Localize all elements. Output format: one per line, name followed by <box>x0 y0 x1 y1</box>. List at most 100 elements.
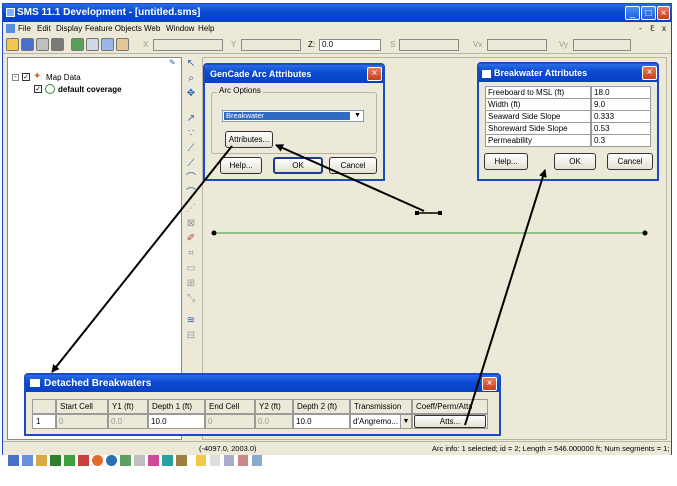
transform-tool-icon[interactable]: ⤡ <box>184 292 198 306</box>
vx-label: Vx <box>473 40 483 49</box>
select-tool-icon[interactable]: ↖ <box>184 57 198 71</box>
gencade-help-button[interactable]: Help... <box>220 157 262 174</box>
detached-dialog-title: Detached Breakwaters <box>44 378 152 389</box>
child-minimize-button[interactable]: - <box>639 23 642 35</box>
menu-help[interactable]: Help <box>198 23 214 35</box>
select-vertex-icon[interactable]: ⟋ <box>184 142 198 156</box>
pin-icon[interactable]: ✎ <box>169 58 176 67</box>
breakwater-dialog-title-bar: Breakwater Attributes <box>479 64 657 82</box>
generic-model-icon[interactable] <box>162 455 173 466</box>
menu-bar: File Edit Display Feature Objects Web Wi… <box>3 22 671 36</box>
zoom-tool-icon[interactable]: ⌕ <box>184 72 198 86</box>
breakwater-attributes-dialog: Breakwater Attributes × Freeboard to MSL… <box>477 62 659 181</box>
gencade-cancel-button[interactable]: Cancel <box>329 157 377 174</box>
menu-feature-objects[interactable]: Feature Objects <box>85 23 142 35</box>
ugrid-icon[interactable] <box>176 455 187 466</box>
menu-display[interactable]: Display <box>56 23 82 35</box>
raster-icon[interactable] <box>148 455 159 466</box>
breakwater-help-button[interactable]: Help... <box>484 153 528 170</box>
maximize-button[interactable]: □ <box>641 6 656 20</box>
main-window-title: SMS 11.1 Development - [untitled.sms] <box>3 4 671 22</box>
select-arc-group-icon[interactable]: ⋰ <box>184 202 198 216</box>
export-icon[interactable] <box>252 455 262 466</box>
child-close-button[interactable]: x <box>662 23 666 35</box>
atts-button[interactable]: Atts... <box>414 415 486 428</box>
light-icon[interactable] <box>196 455 206 466</box>
rotate-tool-icon[interactable]: ✥ <box>184 87 198 101</box>
arc-type-dropdown[interactable]: Breakwater ▼ <box>222 110 364 122</box>
create-vertex-icon[interactable]: ⟋ <box>184 157 198 171</box>
hand-icon[interactable] <box>210 455 220 466</box>
child-restore-button[interactable]: ℇ <box>650 23 655 35</box>
delete-icon[interactable] <box>51 38 64 51</box>
depth1-value[interactable]: 10.0 <box>148 414 205 429</box>
x-field <box>153 39 223 51</box>
column-y2: Y2 (ft) <box>255 399 293 414</box>
minimize-button[interactable]: _ <box>625 6 640 20</box>
map-data-checkbox[interactable]: ✓ <box>22 73 30 81</box>
column-coeff-perm-atts: Coeff/Perm/Atts <box>412 399 488 414</box>
menu-file[interactable]: File <box>18 23 31 35</box>
polygon-tool-icon[interactable]: ▭ <box>184 262 198 276</box>
select-feature-point-icon[interactable]: ↗ <box>184 112 198 126</box>
breakwater-dialog-title: Breakwater Attributes <box>494 68 588 78</box>
chevron-down-icon[interactable]: ▼ <box>352 111 363 121</box>
menu-web[interactable]: Web <box>144 23 160 35</box>
tree-item-map-data[interactable]: Map Data <box>46 72 81 83</box>
transmission-dropdown[interactable]: d'Angremo... ▼ <box>350 414 412 429</box>
menu-edit[interactable]: Edit <box>37 23 51 35</box>
breakwater-cancel-button[interactable]: Cancel <box>607 153 653 170</box>
quadtree-icon[interactable] <box>64 455 75 466</box>
zoom-icon[interactable] <box>86 38 99 51</box>
attr-value-permeability[interactable]: 0.3 <box>591 134 651 147</box>
gencade-ok-button[interactable]: OK <box>273 157 323 174</box>
depth2-value[interactable]: 10.0 <box>293 414 350 429</box>
cartesian-grid-icon[interactable] <box>50 455 61 466</box>
status-arc-info: Arc info: 1 selected; id = 2; Length = 5… <box>432 444 670 453</box>
menu-window[interactable]: Window <box>166 23 194 35</box>
z-label: Z: <box>308 40 316 49</box>
coverage-checkbox[interactable]: ✓ <box>34 85 42 93</box>
detached-close-button[interactable]: × <box>482 377 497 391</box>
breakwater-close-button[interactable]: × <box>642 66 657 80</box>
grid-tool-icon[interactable]: ⌗ <box>184 247 198 261</box>
scatter-module-icon[interactable] <box>36 455 47 466</box>
open-icon[interactable] <box>6 38 19 51</box>
attributes-button[interactable]: Attributes... <box>225 131 273 148</box>
breakwater-ok-button[interactable]: OK <box>554 153 596 170</box>
row-header-corner <box>32 399 56 414</box>
measure-icon[interactable] <box>116 38 129 51</box>
contour-tool-icon[interactable]: ≋ <box>184 314 198 328</box>
detached-dialog-title-bar: Detached Breakwaters <box>26 375 499 392</box>
annotation-icon[interactable] <box>120 455 131 466</box>
close-button[interactable]: × <box>657 6 670 20</box>
frame-icon[interactable] <box>71 38 84 51</box>
gencade-close-button[interactable]: × <box>367 67 382 81</box>
atts-cell: Atts... <box>412 414 488 429</box>
y-label: Y <box>231 40 237 49</box>
print-icon[interactable] <box>36 38 49 51</box>
chevron-down-icon[interactable]: ▼ <box>400 415 411 428</box>
select-arc-icon[interactable]: ⌒ <box>184 172 198 186</box>
report-icon[interactable] <box>238 455 248 466</box>
map-module-icon[interactable] <box>92 455 103 466</box>
create-point-icon[interactable]: ∵ <box>184 127 198 141</box>
tree-item-default-coverage[interactable]: default coverage <box>58 84 122 95</box>
pencil-tool-icon[interactable]: ✐ <box>184 232 198 246</box>
column-depth2: Depth 2 (ft) <box>293 399 350 414</box>
mesh-module-icon[interactable] <box>8 455 19 466</box>
toolbox: ↖ ⌕ ✥ ↗ ∵ ⟋ ⟋ ⌒ ⌒ ⋰ ⊠ ✐ ⌗ ▭ ⊞ ⤡ ≋ ⊟ <box>184 57 200 347</box>
collapse-icon[interactable]: - <box>12 74 19 81</box>
plot-icon[interactable] <box>224 455 234 466</box>
select-polygon-icon[interactable]: ⊠ <box>184 217 198 231</box>
image-icon[interactable] <box>134 455 145 466</box>
z-field[interactable]: 0.0 <box>319 39 381 51</box>
gis-module-icon[interactable] <box>106 455 117 466</box>
info-icon[interactable] <box>101 38 114 51</box>
grid-module-icon[interactable] <box>22 455 33 466</box>
create-arc-icon[interactable]: ⌒ <box>184 187 198 201</box>
table-tool-icon[interactable]: ⊟ <box>184 329 198 343</box>
particle-icon[interactable] <box>78 455 89 466</box>
cell-tool-icon[interactable]: ⊞ <box>184 277 198 291</box>
save-icon[interactable] <box>21 38 34 51</box>
